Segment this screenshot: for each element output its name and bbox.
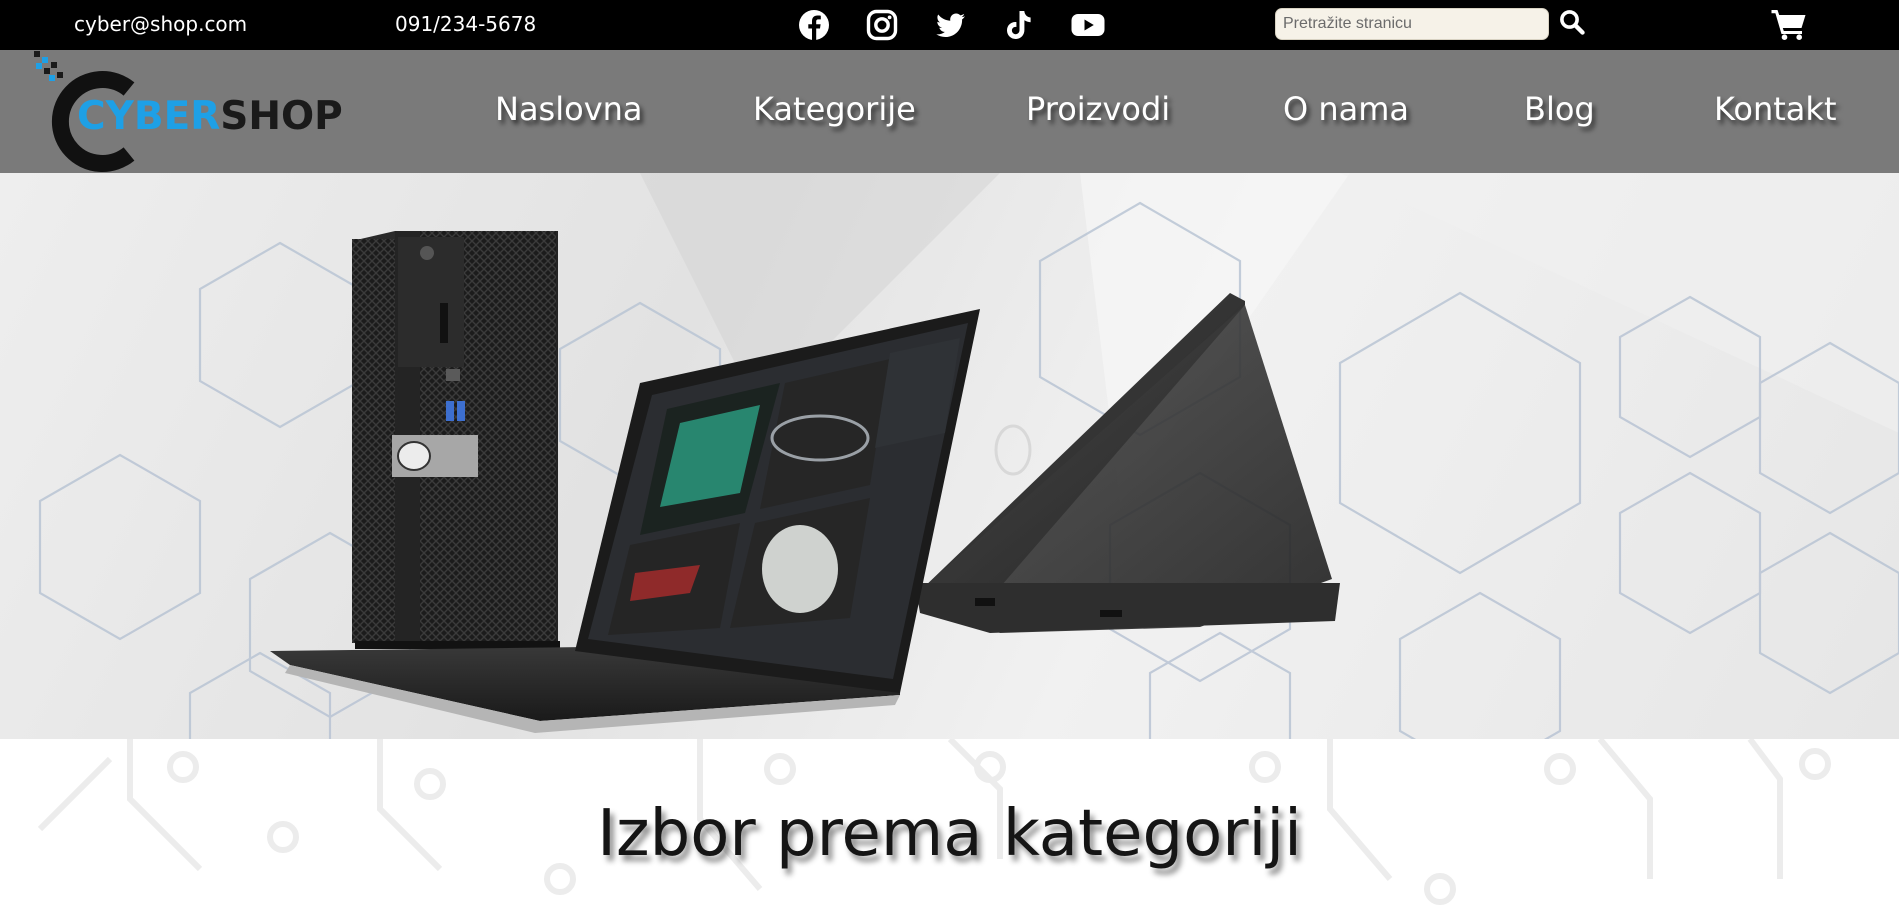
nav-item-blog[interactable]: Blog	[1524, 90, 1595, 128]
nav-item-kategorije[interactable]: Kategorije	[753, 90, 916, 128]
nav-item-kontakt[interactable]: Kontakt	[1714, 90, 1836, 128]
cart-icon[interactable]	[1770, 7, 1808, 41]
desktop-tower	[352, 231, 560, 649]
youtube-icon[interactable]	[1070, 7, 1106, 43]
hero-image	[38, 173, 1899, 739]
nav-item-naslovna[interactable]: Naslovna	[495, 90, 643, 128]
hero-banner	[0, 173, 1899, 739]
tiktok-icon[interactable]	[1000, 7, 1036, 43]
facebook-icon[interactable]	[796, 7, 832, 43]
main-nav: Naslovna Kategorije Proizvodi O nama Blo…	[0, 50, 1899, 173]
nav-item-o-nama[interactable]: O nama	[1283, 90, 1409, 128]
instagram-icon[interactable]	[864, 7, 900, 43]
nav-item-proizvodi[interactable]: Proizvodi	[1026, 90, 1170, 128]
laptop-front-screen	[575, 309, 980, 693]
category-section-title: Izbor prema kategoriji	[597, 797, 1302, 871]
search-icon[interactable]	[1558, 8, 1586, 36]
category-section: Izbor prema kategoriji	[0, 739, 1899, 907]
email-link[interactable]: cyber@shop.com	[74, 12, 247, 36]
main-header: CYBERSHOP Naslovna Kategorije Proizvodi …	[0, 50, 1899, 173]
phone-number[interactable]: 091/234-5678	[395, 12, 536, 36]
top-bar: cyber@shop.com 091/234-5678	[0, 0, 1899, 50]
search-input[interactable]	[1275, 8, 1549, 40]
twitter-icon[interactable]	[932, 7, 968, 43]
